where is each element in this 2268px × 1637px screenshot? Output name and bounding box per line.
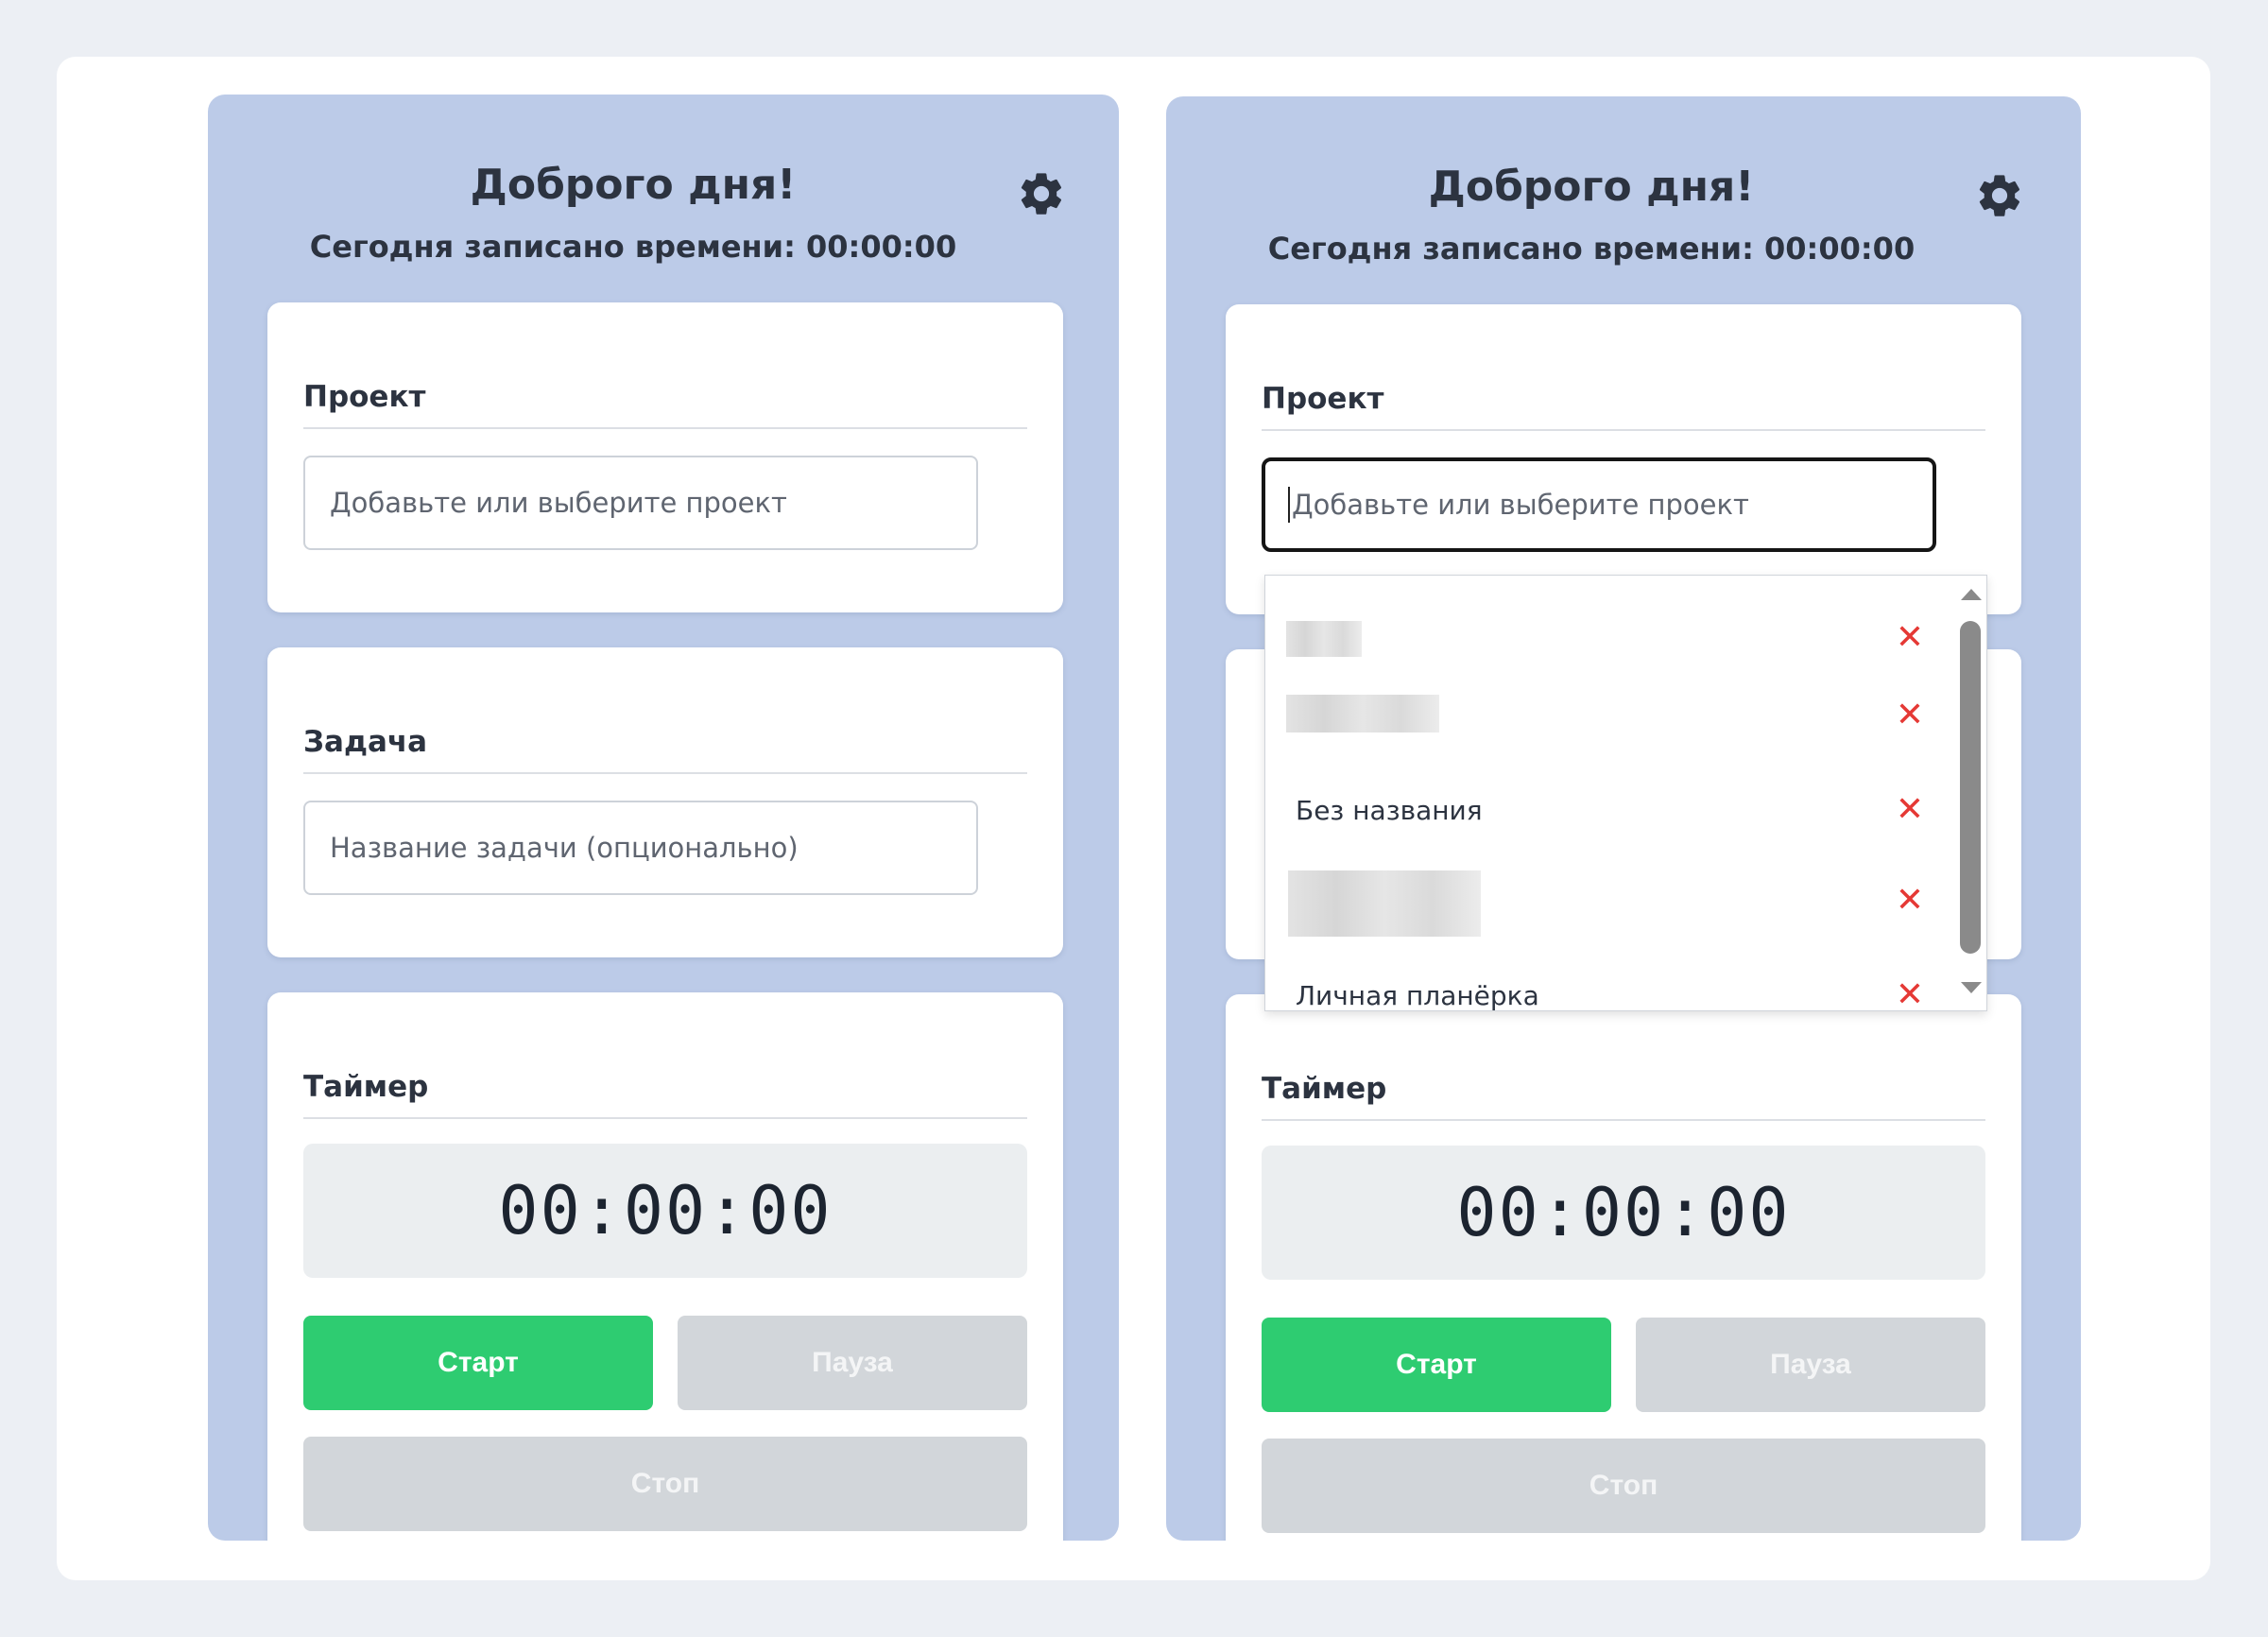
timer-section-title: Таймер xyxy=(1262,1072,1985,1121)
dropdown-item[interactable]: ✕ xyxy=(1265,687,1946,744)
delete-icon[interactable]: ✕ xyxy=(1893,698,1927,732)
gear-icon[interactable] xyxy=(1016,168,1067,219)
scroll-up-icon[interactable] xyxy=(1961,589,1982,600)
task-input[interactable]: Название задачи (опционально) xyxy=(303,801,978,895)
timer-card: Таймер 00:00:00 Старт Пауза Стоп xyxy=(1226,994,2021,1541)
project-input[interactable]: Добавьте или выберите проект xyxy=(1262,457,1936,552)
greeting-title: Доброго дня! xyxy=(1428,163,1755,211)
delete-icon[interactable]: ✕ xyxy=(1893,978,1927,1011)
timer-card: Таймер 00:00:00 Старт Пауза Стоп xyxy=(267,992,1063,1541)
pause-button[interactable]: Пауза xyxy=(678,1316,1027,1410)
scrollbar-thumb[interactable] xyxy=(1960,621,1981,954)
gear-icon[interactable] xyxy=(1974,170,2025,221)
dropdown-item-label: Личная планёрка xyxy=(1296,979,1539,1011)
project-input-placeholder: Добавьте или выберите проект xyxy=(1292,489,1749,521)
today-recorded-time: Сегодня записано времени: 00:00:00 xyxy=(1267,231,1916,267)
text-caret xyxy=(1288,487,1290,523)
scroll-down-icon[interactable] xyxy=(1961,982,1982,993)
dropdown-item[interactable]: Личная планёрка ✕ xyxy=(1265,967,1946,1011)
project-section-title: Проект xyxy=(303,380,1027,429)
task-input-placeholder: Название задачи (опционально) xyxy=(330,832,799,864)
dropdown-item[interactable]: ✕ xyxy=(1265,610,1946,666)
timer-popup-default: Доброго дня! Сегодня записано времени: 0… xyxy=(208,95,1119,1541)
project-input-placeholder: Добавьте или выберите проект xyxy=(330,487,787,519)
pause-button[interactable]: Пауза xyxy=(1636,1318,1985,1412)
delete-icon[interactable]: ✕ xyxy=(1893,621,1927,655)
today-recorded-time: Сегодня записано времени: 00:00:00 xyxy=(309,229,957,265)
delete-icon[interactable]: ✕ xyxy=(1893,793,1927,827)
dropdown-item-label: Без названия xyxy=(1296,794,1483,826)
project-card: Проект Добавьте или выберите проект xyxy=(1226,304,2021,614)
task-section-title: Задача xyxy=(303,725,1027,774)
project-input[interactable]: Добавьте или выберите проект xyxy=(303,456,978,550)
blurred-project-name xyxy=(1286,695,1439,732)
stop-button[interactable]: Стоп xyxy=(303,1437,1027,1531)
stop-button[interactable]: Стоп xyxy=(1262,1439,1985,1533)
timer-section-title: Таймер xyxy=(303,1070,1027,1119)
blurred-project-name xyxy=(1288,870,1481,937)
delete-icon[interactable]: ✕ xyxy=(1893,884,1927,918)
timer-display: 00:00:00 xyxy=(303,1144,1027,1278)
project-card: Проект Добавьте или выберите проект xyxy=(267,302,1063,612)
project-dropdown-list[interactable]: ✕ ✕ Без названия ✕ ✕ Личная планёрка ✕ xyxy=(1264,575,1987,1011)
task-card: Задача Название задачи (опционально) xyxy=(267,647,1063,957)
greeting-title: Доброго дня! xyxy=(470,161,797,209)
start-button[interactable]: Старт xyxy=(1262,1318,1611,1412)
dropdown-item[interactable]: ✕ xyxy=(1265,870,1946,937)
timer-display: 00:00:00 xyxy=(1262,1146,1985,1280)
dropdown-item[interactable]: Без названия ✕ xyxy=(1265,782,1946,838)
project-section-title: Проект xyxy=(1262,382,1985,431)
start-button[interactable]: Старт xyxy=(303,1316,653,1410)
blurred-project-name xyxy=(1286,621,1362,657)
